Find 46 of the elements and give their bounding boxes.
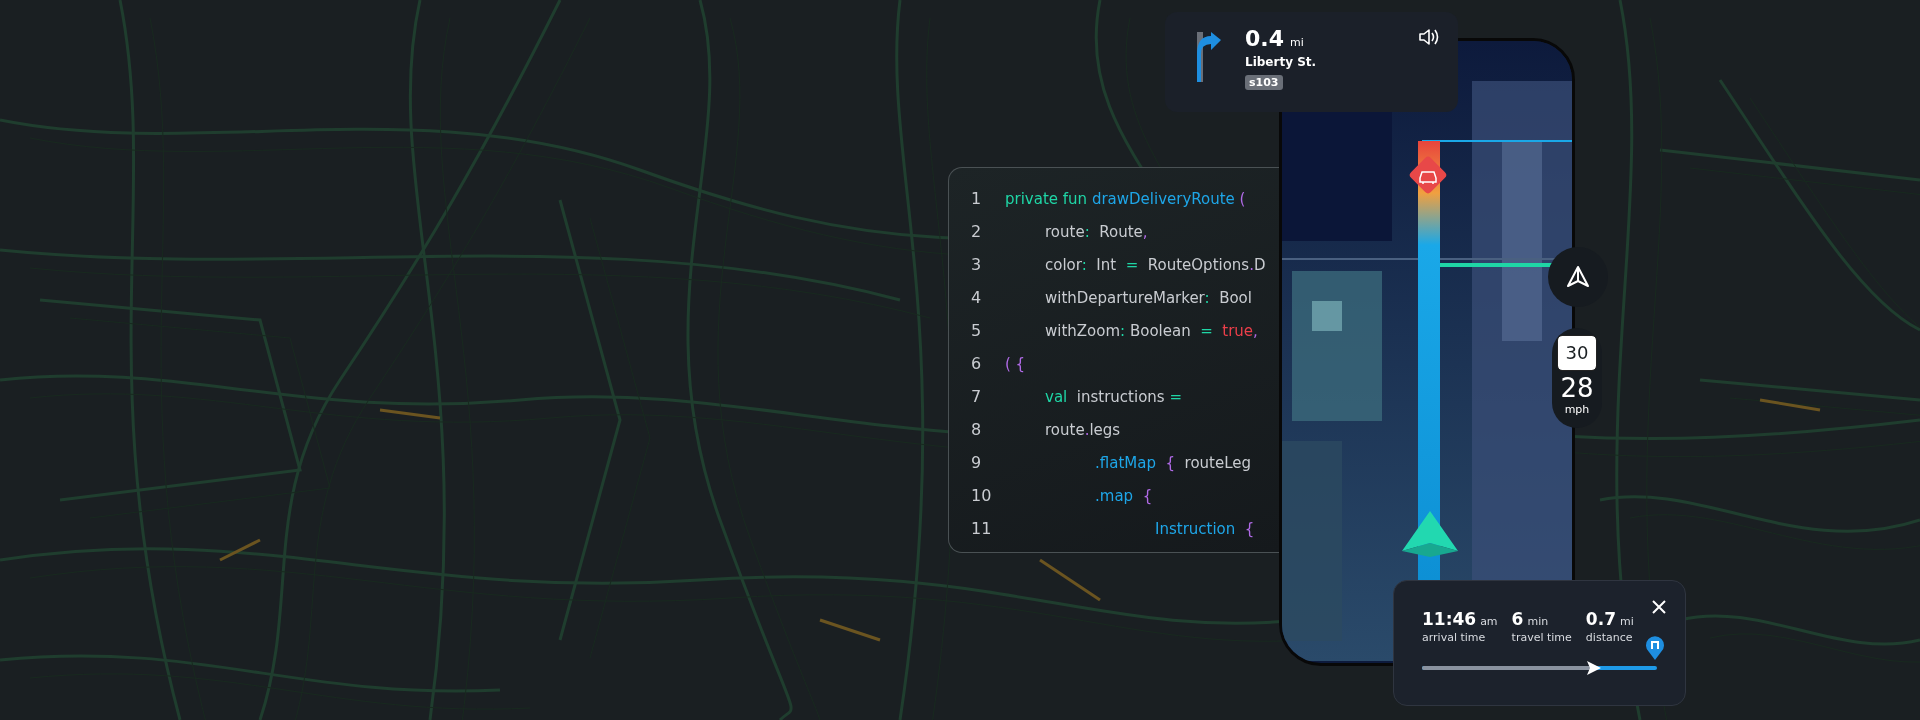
line-number: 7 bbox=[971, 387, 983, 406]
speed-limit-sign: 30 bbox=[1558, 336, 1596, 370]
line-number: 9 bbox=[971, 453, 983, 472]
speed-unit: mph bbox=[1564, 403, 1590, 416]
position-arrow-icon bbox=[1585, 660, 1602, 676]
code-line: private fun drawDeliveryRoute ( bbox=[1005, 189, 1246, 208]
distance-value: 0.4 bbox=[1245, 26, 1284, 51]
code-line: ( { bbox=[1005, 354, 1026, 373]
line-number: 5 bbox=[971, 321, 983, 340]
code-line: .map { bbox=[1095, 486, 1153, 505]
code-line: val instructions = bbox=[1045, 387, 1182, 406]
code-line: withZoom: Boolean = true, bbox=[1045, 321, 1258, 340]
turn-right-arrow-icon bbox=[1195, 32, 1221, 82]
line-number: 8 bbox=[971, 420, 983, 439]
line-number: 2 bbox=[971, 222, 983, 241]
close-button[interactable] bbox=[1651, 599, 1667, 615]
stat-value: 6 bbox=[1511, 609, 1524, 629]
line-number: 4 bbox=[971, 288, 983, 307]
stat-value: 0.7 bbox=[1585, 609, 1616, 629]
speaker-icon bbox=[1418, 28, 1440, 46]
stat-label: distance bbox=[1585, 631, 1634, 644]
navigation-icon bbox=[1566, 265, 1590, 289]
code-line: route.legs bbox=[1045, 420, 1121, 439]
stat-unit: min bbox=[1527, 615, 1549, 628]
stat-label: travel time bbox=[1511, 631, 1572, 644]
exit-label: s103 bbox=[1245, 75, 1283, 90]
street-name: Liberty St. bbox=[1245, 55, 1317, 69]
stat-value: 11:46 bbox=[1422, 609, 1477, 629]
code-line: withDepartureMarker: Bool bbox=[1045, 288, 1252, 307]
flag-pin-icon bbox=[1645, 636, 1665, 660]
line-number: 6 bbox=[971, 354, 983, 373]
code-line: route: Route, bbox=[1045, 222, 1148, 241]
navigation-arrow-icon bbox=[1400, 511, 1460, 557]
line-number: 10 bbox=[971, 486, 993, 505]
code-line: Instruction { bbox=[1155, 519, 1255, 538]
code-line: color: Int = RouteOptions.D bbox=[1045, 255, 1266, 274]
stat-unit: mi bbox=[1620, 615, 1634, 628]
close-icon bbox=[1651, 599, 1667, 615]
line-number: 11 bbox=[971, 519, 993, 538]
line-number: 1 bbox=[971, 189, 983, 208]
current-speed: 28 bbox=[1560, 373, 1594, 403]
code-line: .flatMap { routeLeg bbox=[1095, 453, 1252, 472]
stat-unit: am bbox=[1480, 615, 1498, 628]
line-number: 3 bbox=[971, 255, 983, 274]
stat-label: arrival time bbox=[1422, 631, 1487, 644]
distance-unit: mi bbox=[1290, 36, 1304, 49]
